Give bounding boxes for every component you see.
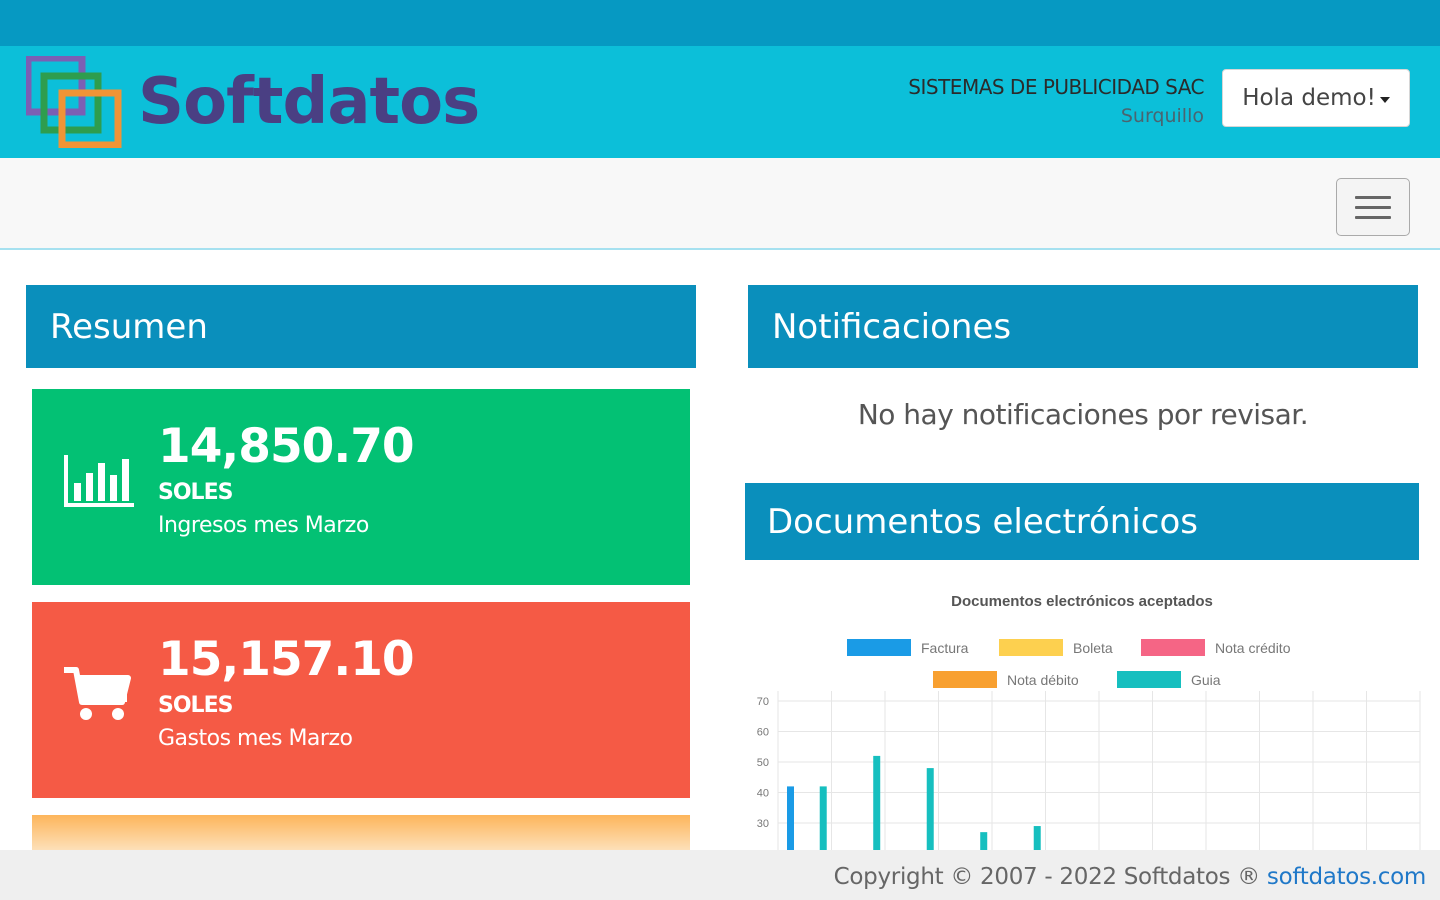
resumen-panel-title: Resumen xyxy=(26,285,696,368)
income-currency: SOLES xyxy=(158,480,233,505)
company-info: SISTEMAS DE PUBLICIDAD SAC Surquillo xyxy=(908,74,1204,132)
y-tick-label: 40 xyxy=(757,788,769,800)
footer-copyright: Copyright © 2007 - 2022 Softdatos ® xyxy=(833,864,1261,890)
hamburger-menu-icon xyxy=(1355,195,1391,199)
y-tick-label: 60 xyxy=(757,727,769,739)
third-summary-card[interactable] xyxy=(32,815,690,855)
company-branch: Surquillo xyxy=(1120,105,1204,127)
income-amount: 14,850.70 xyxy=(158,419,415,474)
documentos-panel-title: Documentos electrónicos xyxy=(745,483,1419,560)
legend-swatch xyxy=(847,639,911,656)
shopping-cart-icon xyxy=(64,667,131,720)
notifications-empty-message: No hay notificaciones por revisar. xyxy=(857,398,1309,431)
bar-guia xyxy=(1033,826,1041,850)
legend-label: Nota crédito xyxy=(1215,640,1291,656)
bar-guia xyxy=(980,832,988,850)
income-label: Ingresos mes Marzo xyxy=(158,513,369,538)
bar-factura xyxy=(787,786,794,850)
navbar xyxy=(0,158,1440,250)
top-strip xyxy=(0,0,1440,46)
expense-card[interactable]: 15,157.10 SOLES Gastos mes Marzo xyxy=(32,602,690,798)
expense-label: Gastos mes Marzo xyxy=(158,726,353,751)
expense-amount: 15,157.10 xyxy=(158,632,415,687)
header: Softdatos SISTEMAS DE PUBLICIDAD SAC Sur… xyxy=(0,46,1440,158)
user-menu-label: Hola demo! xyxy=(1242,85,1376,111)
legend-swatch xyxy=(1117,671,1181,688)
expense-currency: SOLES xyxy=(158,693,233,718)
footer-link[interactable]: softdatos.com xyxy=(1267,864,1426,890)
footer: Copyright © 2007 - 2022 Softdatos ® soft… xyxy=(0,850,1440,900)
legend-swatch xyxy=(1141,639,1205,656)
income-card[interactable]: 14,850.70 SOLES Ingresos mes Marzo xyxy=(32,389,690,585)
legend-label: Boleta xyxy=(1073,640,1113,656)
bar-guia xyxy=(873,755,881,850)
company-name: SISTEMAS DE PUBLICIDAD SAC xyxy=(908,75,1204,99)
bar-guia xyxy=(819,786,827,850)
y-tick-label: 50 xyxy=(757,757,769,769)
legend-swatch xyxy=(999,639,1063,656)
notificaciones-panel-title: Notificaciones xyxy=(748,285,1418,368)
hamburger-menu-button[interactable] xyxy=(1336,178,1410,236)
softdatos-logo xyxy=(26,56,122,148)
y-tick-label: 30 xyxy=(757,818,769,830)
legend-label: Factura xyxy=(921,640,969,656)
legend-swatch xyxy=(933,671,997,688)
brand-name: Softdatos xyxy=(138,65,480,139)
bar-guia xyxy=(926,768,934,850)
documents-chart: Documentos electrónicos aceptados Factura… xyxy=(745,585,1425,891)
legend-label: Guia xyxy=(1191,672,1221,688)
legend-label: Nota débito xyxy=(1007,672,1079,688)
chart-title: Documentos electrónicos aceptados xyxy=(951,593,1213,610)
bar-chart-icon xyxy=(64,455,134,507)
user-menu-button[interactable]: Hola demo! xyxy=(1222,69,1410,127)
y-tick-label: 70 xyxy=(757,696,769,708)
documents-chart-svg: Documentos electrónicos aceptados Factura… xyxy=(757,593,1421,891)
caret-down-icon xyxy=(1379,96,1390,103)
